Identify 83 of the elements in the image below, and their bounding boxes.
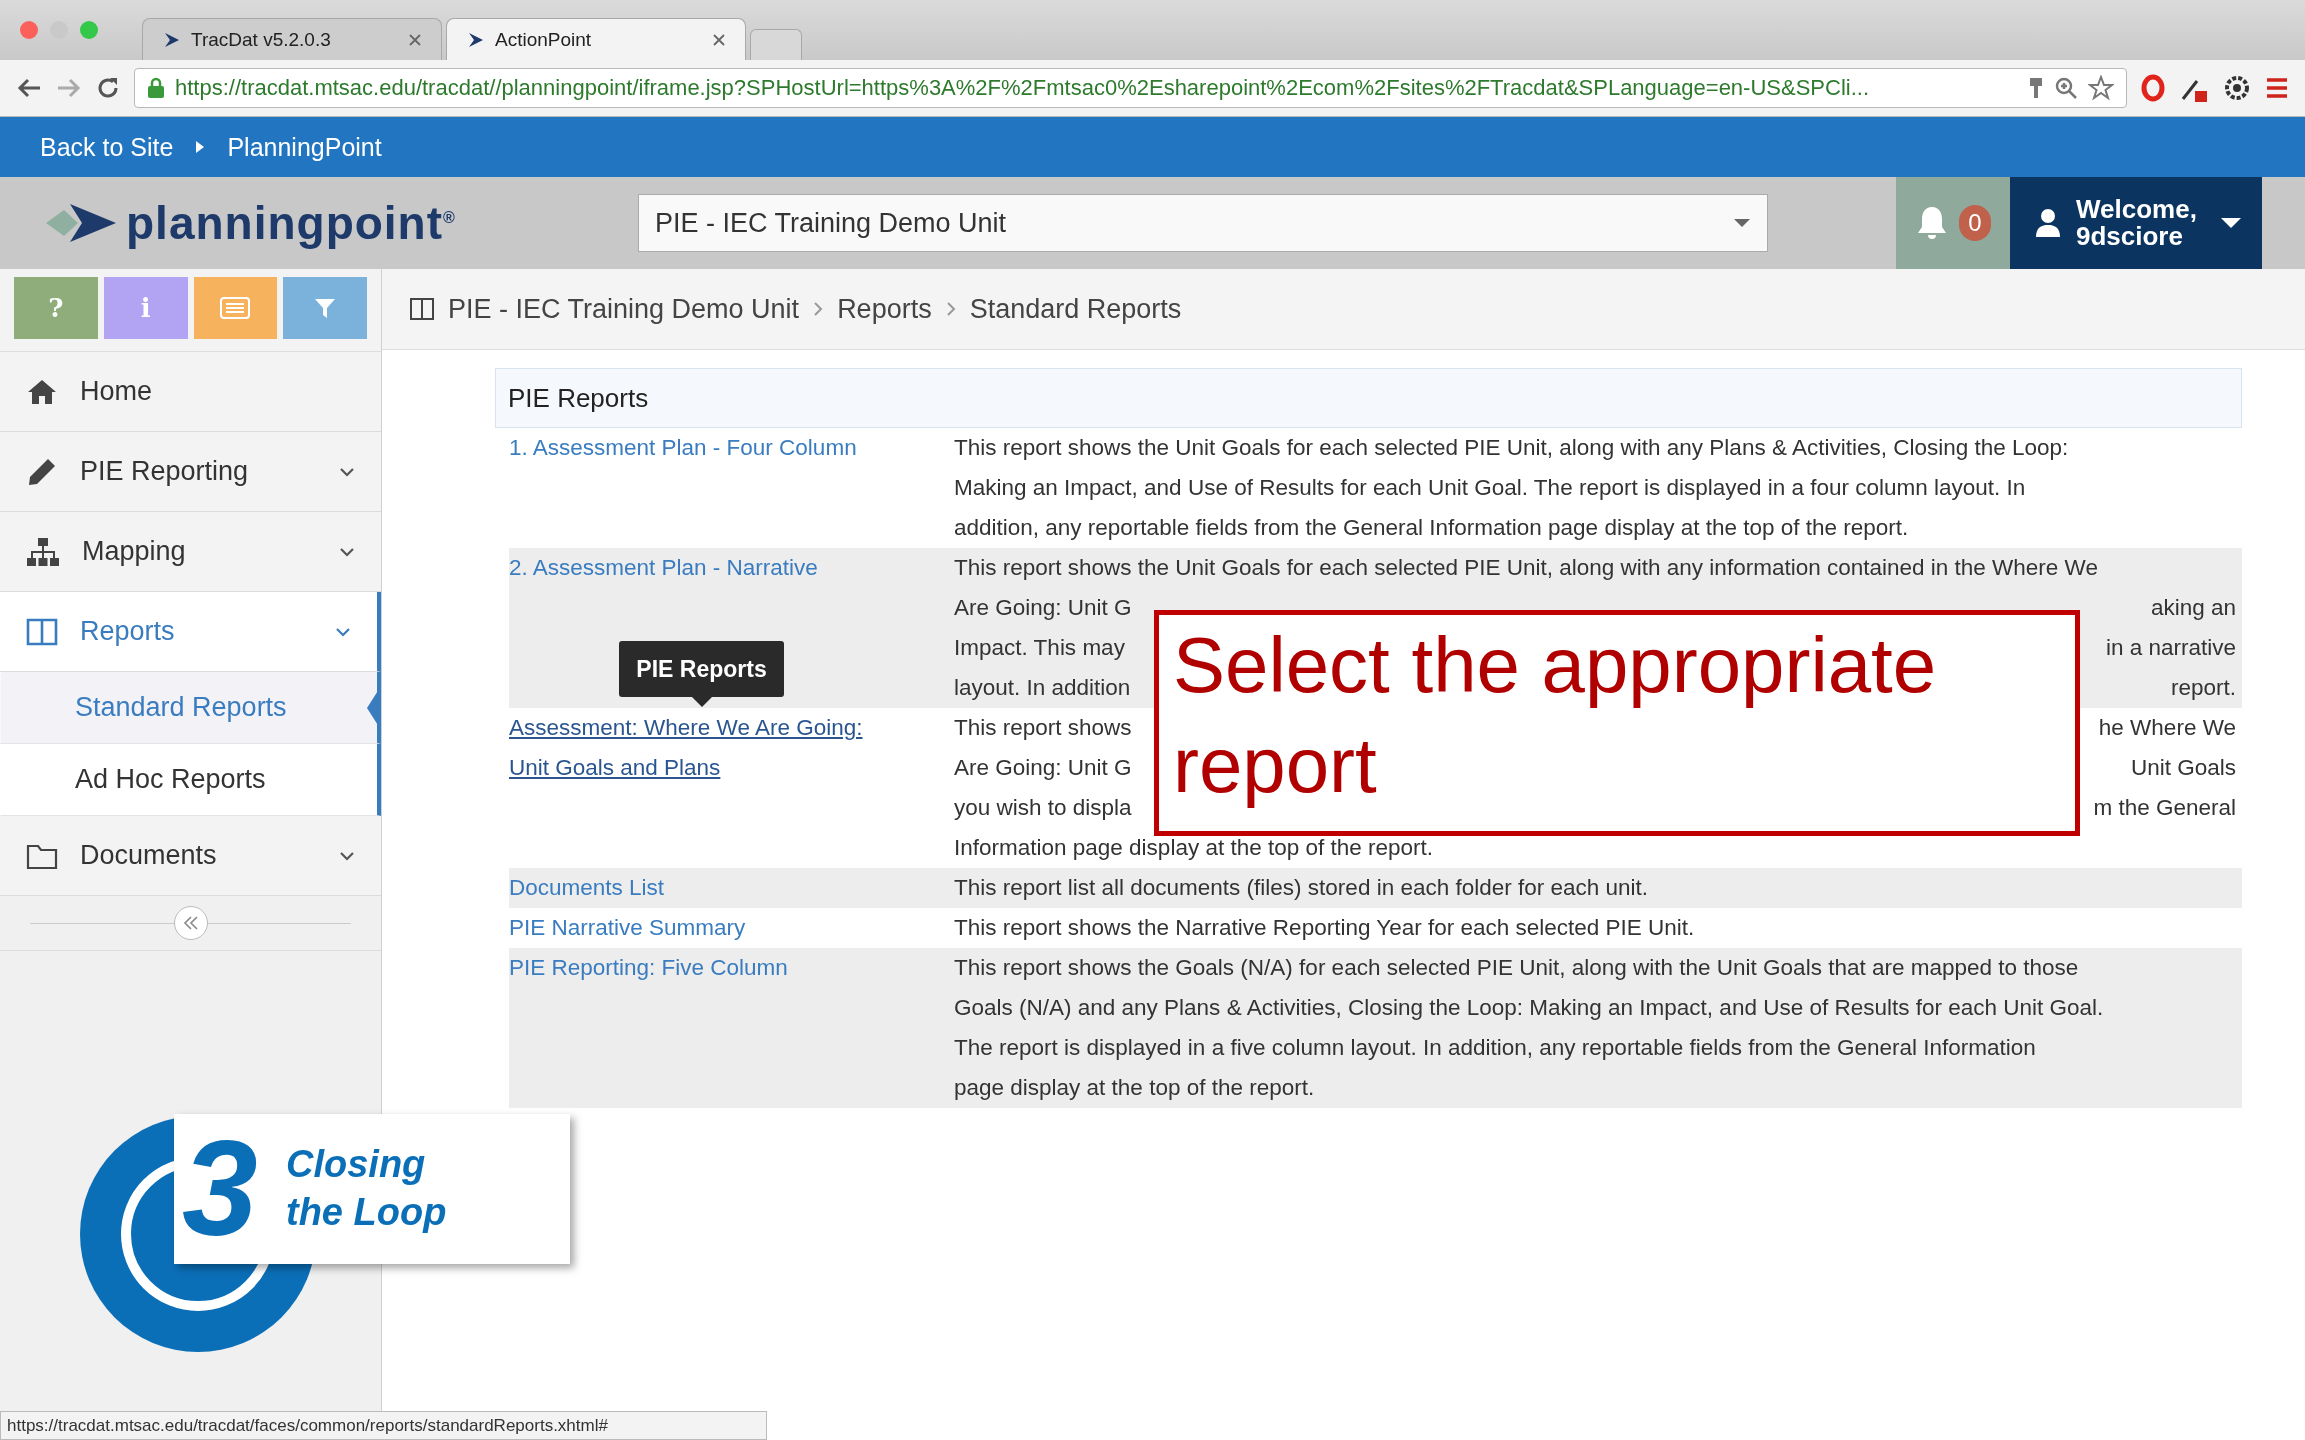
report-description: aking an (2150, 594, 2236, 622)
report-link[interactable]: Documents List (509, 868, 665, 908)
caret-icon (1733, 218, 1751, 228)
planningpoint-link[interactable]: PlanningPoint (227, 132, 382, 162)
logo-text: planningpoint$^{®}$ (126, 196, 456, 250)
caret-icon (2220, 217, 2242, 229)
caret-icon (195, 140, 206, 154)
chevron-right-icon (813, 301, 824, 317)
report-description: Goals (N/A) and any Plans & Activities, Closing the Loop: Making an Impact, and Use of Results for each Unit Goal. (954, 994, 2104, 1022)
nav-subitem[interactable]: Standard Reports (0, 672, 381, 744)
report-description: Are Going: Unit G (954, 754, 1132, 782)
zoom-icon[interactable] (2054, 76, 2078, 100)
back-icon[interactable] (16, 77, 42, 99)
reload-icon[interactable] (96, 76, 120, 100)
notifications-button[interactable]: 0 (1896, 177, 2010, 269)
ring-icon[interactable] (2141, 74, 2165, 102)
report-link[interactable]: Unit Goals and Plans (509, 748, 721, 788)
menu-icon[interactable] (2265, 77, 2289, 99)
breadcrumb-item[interactable]: Reports (837, 293, 932, 325)
report-description: This report shows the Unit Goals for each selected PIE Unit, along with any information contained in the Where We (954, 554, 2098, 582)
list-icon (220, 297, 251, 319)
user-icon (2034, 207, 2062, 239)
report-link[interactable]: Assessment: Where We Are Going: (509, 708, 863, 748)
report-link[interactable]: PIE Narrative Summary (509, 908, 746, 948)
report-description: he Where We (2098, 714, 2236, 742)
nav-item[interactable]: Reports (0, 592, 381, 672)
back-to-site-link[interactable]: Back to Site (40, 132, 174, 162)
star-icon[interactable] (2088, 75, 2114, 101)
report-description: Information page display at the top of the report. (954, 834, 1434, 862)
report-description: Are Going: Unit G (954, 594, 1132, 622)
report-description: The report is displayed in a five column layout. In addition, any reportable fields from the General Information (954, 1034, 2036, 1062)
callout-box: Select the appropriate report (1154, 610, 2080, 836)
close-icon[interactable] (713, 33, 725, 46)
report-description: in a narrative (2105, 634, 2236, 662)
report-description: This report shows the Unit Goals for each selected PIE Unit, along with any Plans & Activities, Closing the Loop: (954, 434, 2069, 462)
step-title: Closing (286, 1142, 427, 1187)
browser-tab[interactable]: TracDat v5.2.0.3 (142, 18, 442, 60)
chevron-right-icon (945, 301, 956, 317)
notification-count: 0 (1959, 205, 1991, 241)
report-description: m the General (2093, 794, 2236, 822)
step-title: the Loop (286, 1190, 447, 1235)
lock-icon (147, 77, 165, 99)
browser-tab[interactable]: ActionPoint (446, 18, 746, 60)
user-menu-button[interactable]: Welcome, 9dsciore (2010, 177, 2262, 269)
chevron-logo-icon (163, 30, 181, 49)
breadcrumb-item[interactable]: PIE - IEC Training Demo Unit (448, 293, 800, 325)
double-chevron-icon (182, 916, 199, 930)
report-link[interactable]: PIE Reporting: Five Column (509, 948, 788, 988)
report-description: you wish to displa (954, 794, 1132, 822)
report-description: page display at the top of the report. (954, 1074, 1315, 1102)
breadcrumb-item: Standard Reports (969, 293, 1182, 325)
report-link[interactable]: 2. Assessment Plan - Narrative (509, 548, 818, 588)
step-number: 3 (182, 1120, 258, 1256)
panel-title: PIE Reports (495, 368, 2242, 428)
report-description: addition, any reportable fields from the General Information page display at the top of the report. (954, 514, 1909, 542)
report-description: This report list all documents (files) stored in each folder for each unit. (954, 874, 1649, 902)
report-description: Making an Impact, and Use of Results for each Unit Goal. The report is displayed in a four column layout. In (954, 474, 2026, 502)
report-description: This report shows (954, 714, 1132, 742)
bell-icon (1915, 205, 1949, 241)
address-bar[interactable]: https://tracdat.mtsac.edu/tracdat//planningpoint/iframe.jsp?SPHostUrl=https%3A%2F%2Fmtsac0%2Esharepoint%2Ecom%2Fsites%2FTracdat&SPLanguage=en-US&SPCli... (134, 68, 2127, 108)
home-icon (26, 377, 58, 406)
settings-icon[interactable] (2223, 74, 2251, 102)
report-description: This report shows the Goals (N/A) for each selected PIE Unit, along with the Unit Goals that are mapped to those (954, 954, 2079, 982)
filter-icon (313, 296, 338, 320)
report-description: Unit Goals (2130, 754, 2236, 782)
report-description: This report shows the Narrative Reporting Year for each selected PIE Unit. (954, 914, 1695, 942)
tooltip: PIE Reports (619, 641, 784, 697)
status-bar: https://tracdat.mtsac.edu/tracdat/faces/common/reports/standardReports.xhtml# (0, 1411, 767, 1440)
report-description: Impact. This may (954, 634, 1125, 662)
report-description: report. (2170, 674, 2236, 702)
columns-icon (26, 617, 58, 646)
report-description: layout. In addition (954, 674, 1131, 702)
close-icon[interactable] (409, 33, 421, 46)
sitemap-icon (26, 536, 60, 567)
tooltip-pointer (692, 697, 712, 707)
nav-subitem[interactable]: Ad Hoc Reports (0, 744, 381, 816)
key-icon[interactable] (2028, 76, 2044, 100)
filter-button[interactable] (283, 277, 367, 339)
collapse-button[interactable] (173, 906, 208, 940)
chevron-logo-icon (467, 30, 485, 49)
columns-icon (410, 298, 434, 320)
unit-select[interactable]: PIE - IEC Training Demo Unit (638, 194, 1768, 252)
report-link[interactable]: 1. Assessment Plan - Four Column (509, 428, 857, 468)
